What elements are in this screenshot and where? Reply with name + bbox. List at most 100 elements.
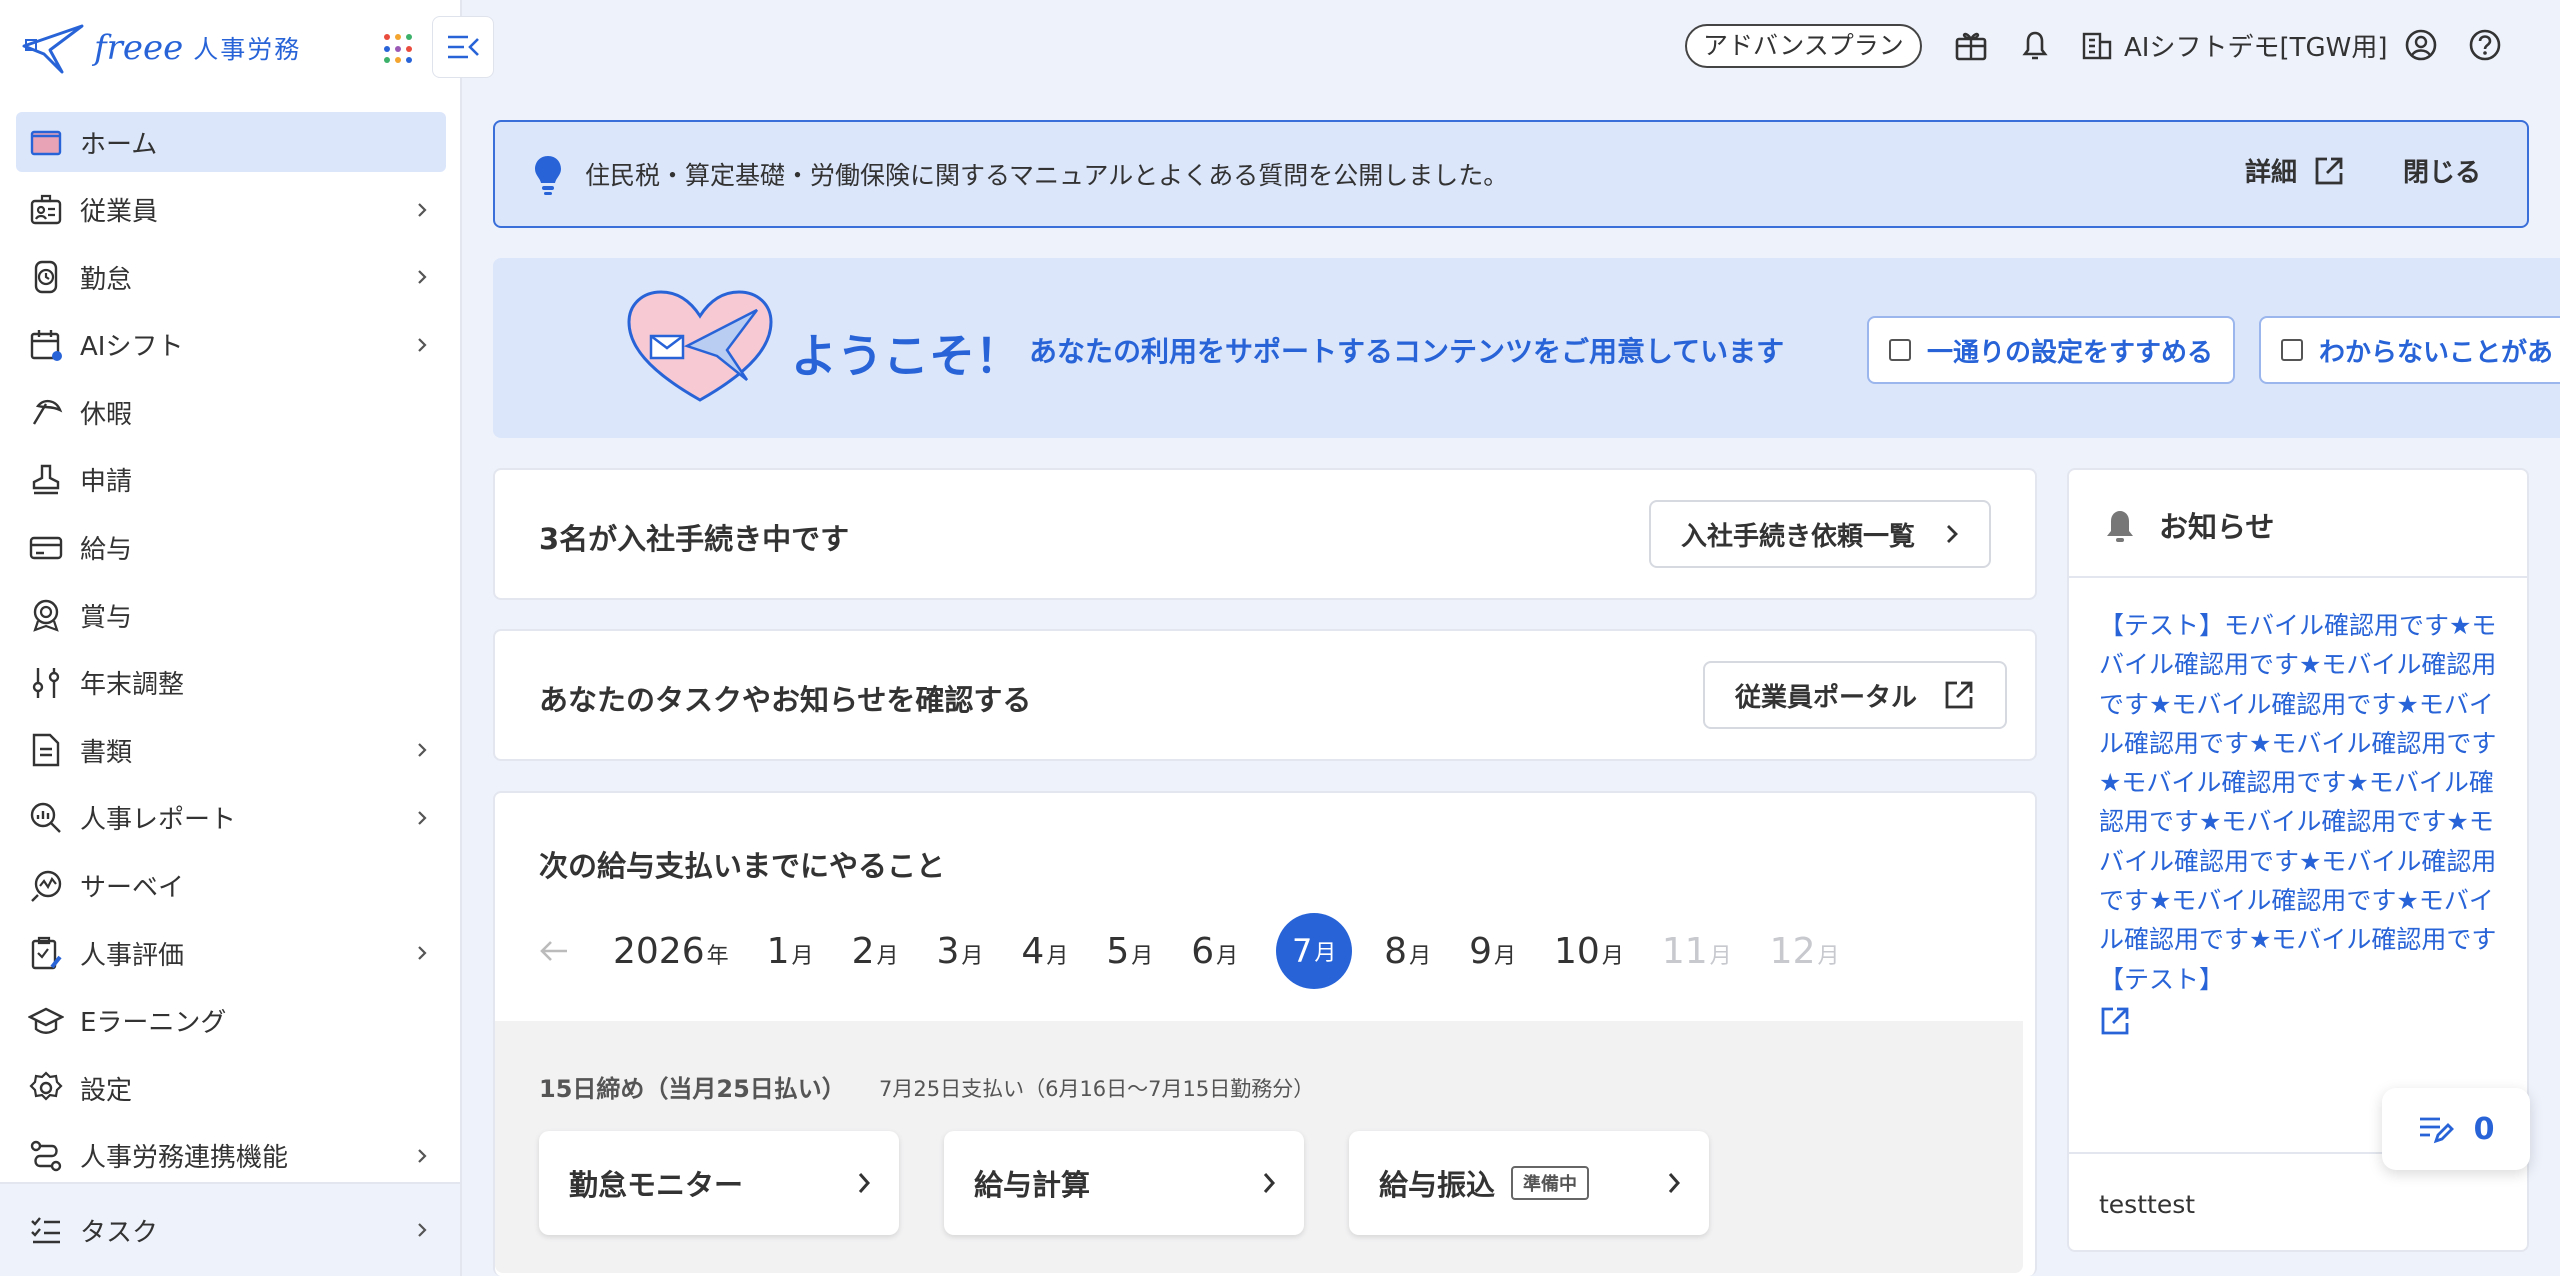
month-number: 8 [1384, 930, 1408, 972]
sidebar-item-label: サーベイ [80, 873, 185, 904]
month-number: 9 [1469, 930, 1492, 972]
month-number: 1 [766, 930, 790, 972]
month-9[interactable]: 9月 [1469, 931, 1516, 972]
card-icon [26, 528, 66, 568]
month-number: 6 [1191, 930, 1215, 972]
chevron-right-icon [412, 1146, 432, 1166]
onboarding-card: 3名が入社手続き中です 入社手続き依頼一覧 [493, 468, 2037, 600]
notice-text: 【テスト】モバイル確認用です★モバイル確認用です★モバイル確認用です★モバイル確… [2099, 611, 2497, 994]
bell-icon[interactable] [2016, 26, 2054, 64]
year-value: 2026 [613, 930, 705, 972]
edit-counter-button[interactable]: 0 [2382, 1088, 2530, 1170]
payroll-calc-button[interactable]: 給与計算 [944, 1131, 1304, 1235]
help-icon[interactable] [2466, 26, 2504, 64]
banner-close-button[interactable]: 閉じる [2403, 152, 2481, 189]
month-10[interactable]: 10 月 [1554, 931, 1624, 972]
month-5[interactable]: 5月 [1106, 931, 1153, 972]
onboarding-list-button[interactable]: 入社手続き依頼一覧 [1649, 500, 1992, 568]
logo[interactable]: freee 人事労務 [22, 18, 301, 78]
sidebar-item-6[interactable]: 給与 [16, 518, 446, 578]
sidebar-item-label: 休暇 [80, 399, 133, 430]
month-unit: 月 [1131, 943, 1154, 969]
checkbox[interactable] [2281, 339, 2303, 361]
month-8[interactable]: 8月 [1384, 931, 1431, 972]
employee-portal-card: あなたのタスクやお知らせを確認する 従業員ポータル [493, 629, 2037, 761]
payroll-card: 次の給与支払いまでにやること 2026 年 1月2月3月4月5月6月7月8月9月1… [493, 791, 2037, 1276]
month-unit: 月 [1046, 943, 1069, 969]
sidebar-item-label: Eラーニング [80, 1008, 227, 1039]
arrow-left-icon[interactable] [539, 939, 569, 963]
calendar-icon [26, 325, 66, 365]
sidebar-item-label: 設定 [80, 1075, 133, 1106]
sidebar-item-2[interactable]: 勤怠 [16, 247, 446, 307]
employee-icon [26, 190, 66, 230]
checkbox[interactable] [1889, 339, 1911, 361]
month-number: 10 [1554, 930, 1600, 972]
sidebar-item-task[interactable]: タスク [16, 1200, 446, 1260]
month-3[interactable]: 3月 [936, 931, 983, 972]
sidebar-item-label: ホーム [80, 129, 158, 160]
plan-badge[interactable]: アドバンスプラン [1685, 24, 1922, 68]
building-icon [2082, 32, 2112, 60]
chevron-right-icon [858, 1173, 871, 1193]
month-12: 12 月 [1770, 931, 1840, 972]
sidebar-item-5[interactable]: 申請 [16, 450, 446, 510]
sidebar-item-14[interactable]: 設定 [16, 1058, 446, 1118]
account-icon[interactable] [2402, 26, 2440, 64]
year-label: 2026 年 [613, 931, 729, 972]
attendance-monitor-button[interactable]: 勤怠モニター [539, 1131, 899, 1235]
setup-guide-button[interactable]: 一通りの設定をすすめる [1867, 316, 2236, 384]
sidebar-item-9[interactable]: 書類 [16, 720, 446, 780]
report-icon [26, 798, 66, 838]
month-number: 11 [1661, 930, 1708, 972]
sidebar-item-12[interactable]: 人事評価 [16, 923, 446, 983]
vacation-icon [26, 392, 66, 432]
month-4[interactable]: 4月 [1021, 931, 1068, 972]
sidebar-item-13[interactable]: Eラーニング [16, 991, 446, 1051]
gift-icon[interactable] [1952, 26, 1990, 64]
sidebar-item-15[interactable]: 人事労務連携機能 [16, 1126, 446, 1186]
sidebar-item-10[interactable]: 人事レポート [16, 788, 446, 848]
notice-title: お知らせ [2159, 510, 2275, 544]
task-bar: タスク [0, 1182, 460, 1276]
sidebar-item-11[interactable]: サーベイ [16, 856, 446, 916]
logo-product: 人事労務 [193, 35, 302, 64]
chevron-right-icon [412, 943, 432, 963]
month-number: 5 [1106, 930, 1130, 972]
chevron-right-icon [412, 740, 432, 760]
chevron-right-icon [1947, 525, 1958, 543]
sidebar-item-3[interactable]: AIシフト [16, 315, 446, 375]
bird-logo-icon [22, 24, 84, 74]
banner-detail-link[interactable]: 詳細 [2245, 152, 2345, 189]
payroll-title: 次の給与支払いまでにやること [539, 849, 946, 883]
month-unit: 月 [1817, 943, 1840, 969]
payroll-transfer-button[interactable]: 給与振込 準備中 [1349, 1131, 1709, 1235]
sidebar-item-7[interactable]: 賞与 [16, 585, 446, 645]
collapse-sidebar-button[interactable] [432, 16, 494, 78]
app-switcher-icon[interactable] [384, 34, 414, 64]
banner-message: 住民税・算定基礎・労働保険に関するマニュアルとよくある質問を公開しました。 [585, 161, 1509, 190]
help-guide-button[interactable]: わからないことがあ [2259, 316, 2560, 384]
sidebar-item-8[interactable]: 年末調整 [16, 653, 446, 713]
chevron-right-icon [412, 335, 432, 355]
sidebar-item-0[interactable]: ホーム [16, 112, 446, 172]
sidebar-item-label: AIシフト [80, 332, 184, 363]
sidebar-item-label: 申請 [80, 467, 133, 498]
sidebar-item-4[interactable]: 休暇 [16, 382, 446, 442]
logo-brand: freee [94, 28, 184, 68]
settings-icon [26, 1068, 66, 1108]
notice-header: お知らせ [2069, 470, 2527, 578]
employee-portal-button[interactable]: 従業員ポータル [1703, 661, 2008, 729]
month-unit: 月 [1314, 941, 1337, 966]
month-6[interactable]: 6月 [1191, 931, 1238, 972]
month-1[interactable]: 1月 [767, 931, 814, 972]
month-7[interactable]: 7月 [1276, 913, 1353, 989]
document-icon [26, 730, 66, 770]
pay-step-label: 給与振込 [1379, 1168, 1496, 1202]
edit-list-icon [2419, 1117, 2454, 1144]
sidebar-item-1[interactable]: 従業員 [16, 180, 446, 240]
stamp-icon [26, 460, 66, 500]
company-switcher[interactable]: AIシフトデモ[TGW用] [2080, 24, 2387, 66]
notice-link[interactable]: 【テスト】モバイル確認用です★モバイル確認用です★モバイル確認用です★モバイル確… [2099, 606, 2511, 1048]
month-2[interactable]: 2月 [852, 931, 899, 972]
